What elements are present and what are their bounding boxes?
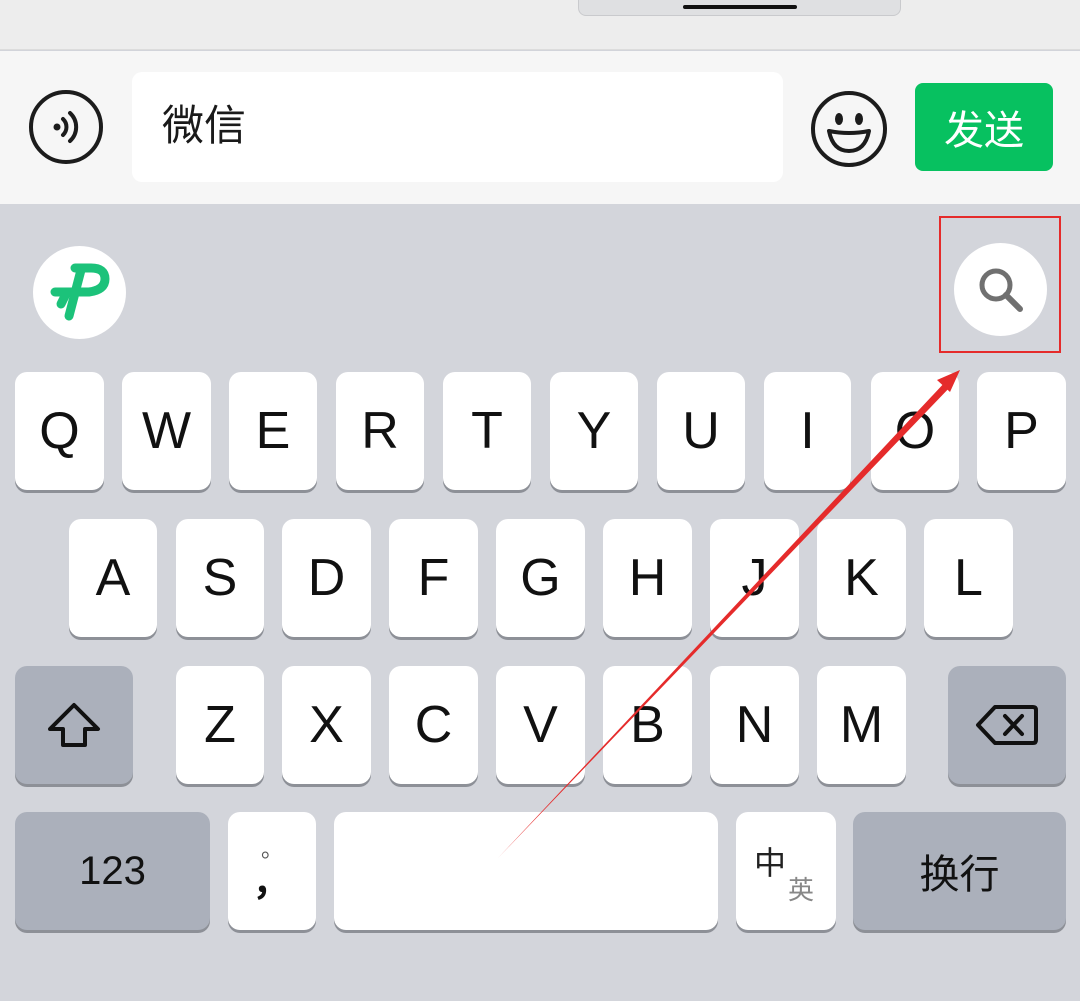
return-key-label: 换行 — [919, 852, 1000, 898]
punctuation-top: 。 — [260, 838, 283, 863]
key-p[interactable]: P — [977, 372, 1066, 490]
key-label: N — [735, 696, 774, 754]
key-x[interactable]: X — [282, 666, 371, 784]
key-label: J — [741, 549, 768, 607]
home-indicator-tab — [578, 0, 901, 16]
key-label: T — [471, 402, 503, 460]
key-label: U — [682, 402, 720, 460]
key-z[interactable]: Z — [176, 666, 264, 784]
key-label: V — [523, 696, 558, 754]
message-input[interactable]: 微信 — [132, 72, 783, 182]
key-label: K — [844, 549, 879, 607]
key-s[interactable]: S — [176, 519, 264, 637]
annotation-highlight-box — [939, 216, 1061, 353]
key-m[interactable]: M — [817, 666, 906, 784]
key-label: G — [520, 549, 561, 607]
emoji-button[interactable] — [811, 91, 887, 167]
key-label: I — [800, 402, 815, 460]
key-label: M — [839, 696, 884, 754]
key-label: O — [894, 402, 936, 460]
space-key[interactable] — [334, 812, 718, 930]
key-t[interactable]: T — [443, 372, 531, 490]
message-input-value: 微信 — [162, 101, 247, 150]
shift-icon — [48, 703, 100, 747]
chat-input-bar: 微信 发送 — [0, 51, 1080, 204]
punctuation-bottom: ， — [252, 860, 291, 904]
key-a[interactable]: A — [69, 519, 157, 637]
key-u[interactable]: U — [657, 372, 745, 490]
input-method-logo-button[interactable] — [33, 246, 126, 339]
shift-key[interactable] — [15, 666, 133, 784]
key-b[interactable]: B — [603, 666, 692, 784]
key-o[interactable]: O — [871, 372, 959, 490]
language-secondary: 英 — [788, 876, 815, 906]
key-y[interactable]: Y — [550, 372, 638, 490]
key-label: B — [630, 696, 665, 754]
punctuation-key[interactable]: 。 ， — [228, 812, 316, 930]
input-method-logo-icon — [50, 263, 110, 321]
key-r[interactable]: R — [336, 372, 424, 490]
return-key[interactable]: 换行 — [853, 812, 1066, 930]
keyboard: Q W E R T Y U I O P A S D F G H J K L Z … — [0, 204, 1080, 1001]
key-d[interactable]: D — [282, 519, 371, 637]
key-k[interactable]: K — [817, 519, 906, 637]
chat-area-edge — [0, 0, 1080, 50]
send-button-label: 发送 — [944, 108, 1024, 154]
key-label: F — [417, 549, 450, 607]
key-label: Z — [204, 696, 236, 754]
key-i[interactable]: I — [764, 372, 851, 490]
key-label: E — [255, 402, 291, 460]
language-switch-key[interactable]: 中 英 — [736, 812, 836, 930]
language-primary: 中 — [754, 844, 787, 882]
key-label: L — [954, 549, 983, 607]
key-f[interactable]: F — [389, 519, 478, 637]
key-label: C — [414, 696, 453, 754]
send-button[interactable]: 发送 — [915, 83, 1053, 171]
key-label: Q — [39, 402, 80, 460]
key-n[interactable]: N — [710, 666, 799, 784]
key-label: H — [628, 549, 667, 607]
delete-icon — [976, 705, 1038, 745]
key-label: X — [309, 696, 344, 754]
key-v[interactable]: V — [496, 666, 585, 784]
voice-button[interactable] — [29, 90, 103, 164]
key-label: P — [1004, 402, 1039, 460]
key-label: Y — [576, 402, 612, 460]
numbers-key-label: 123 — [79, 848, 146, 893]
home-indicator — [683, 5, 797, 9]
key-h[interactable]: H — [603, 519, 692, 637]
key-e[interactable]: E — [229, 372, 317, 490]
emoji-icon — [827, 113, 871, 153]
key-l[interactable]: L — [924, 519, 1013, 637]
key-j[interactable]: J — [710, 519, 799, 637]
key-q[interactable]: Q — [15, 372, 104, 490]
key-w[interactable]: W — [122, 372, 211, 490]
key-label: W — [141, 402, 192, 460]
key-label: R — [361, 402, 399, 460]
delete-key[interactable] — [948, 666, 1066, 784]
key-g[interactable]: G — [496, 519, 585, 637]
key-label: S — [202, 549, 238, 607]
numbers-key[interactable]: 123 — [15, 812, 210, 930]
key-label: D — [307, 549, 346, 607]
key-c[interactable]: C — [389, 666, 478, 784]
voice-icon — [53, 111, 79, 143]
key-label: A — [95, 549, 131, 607]
